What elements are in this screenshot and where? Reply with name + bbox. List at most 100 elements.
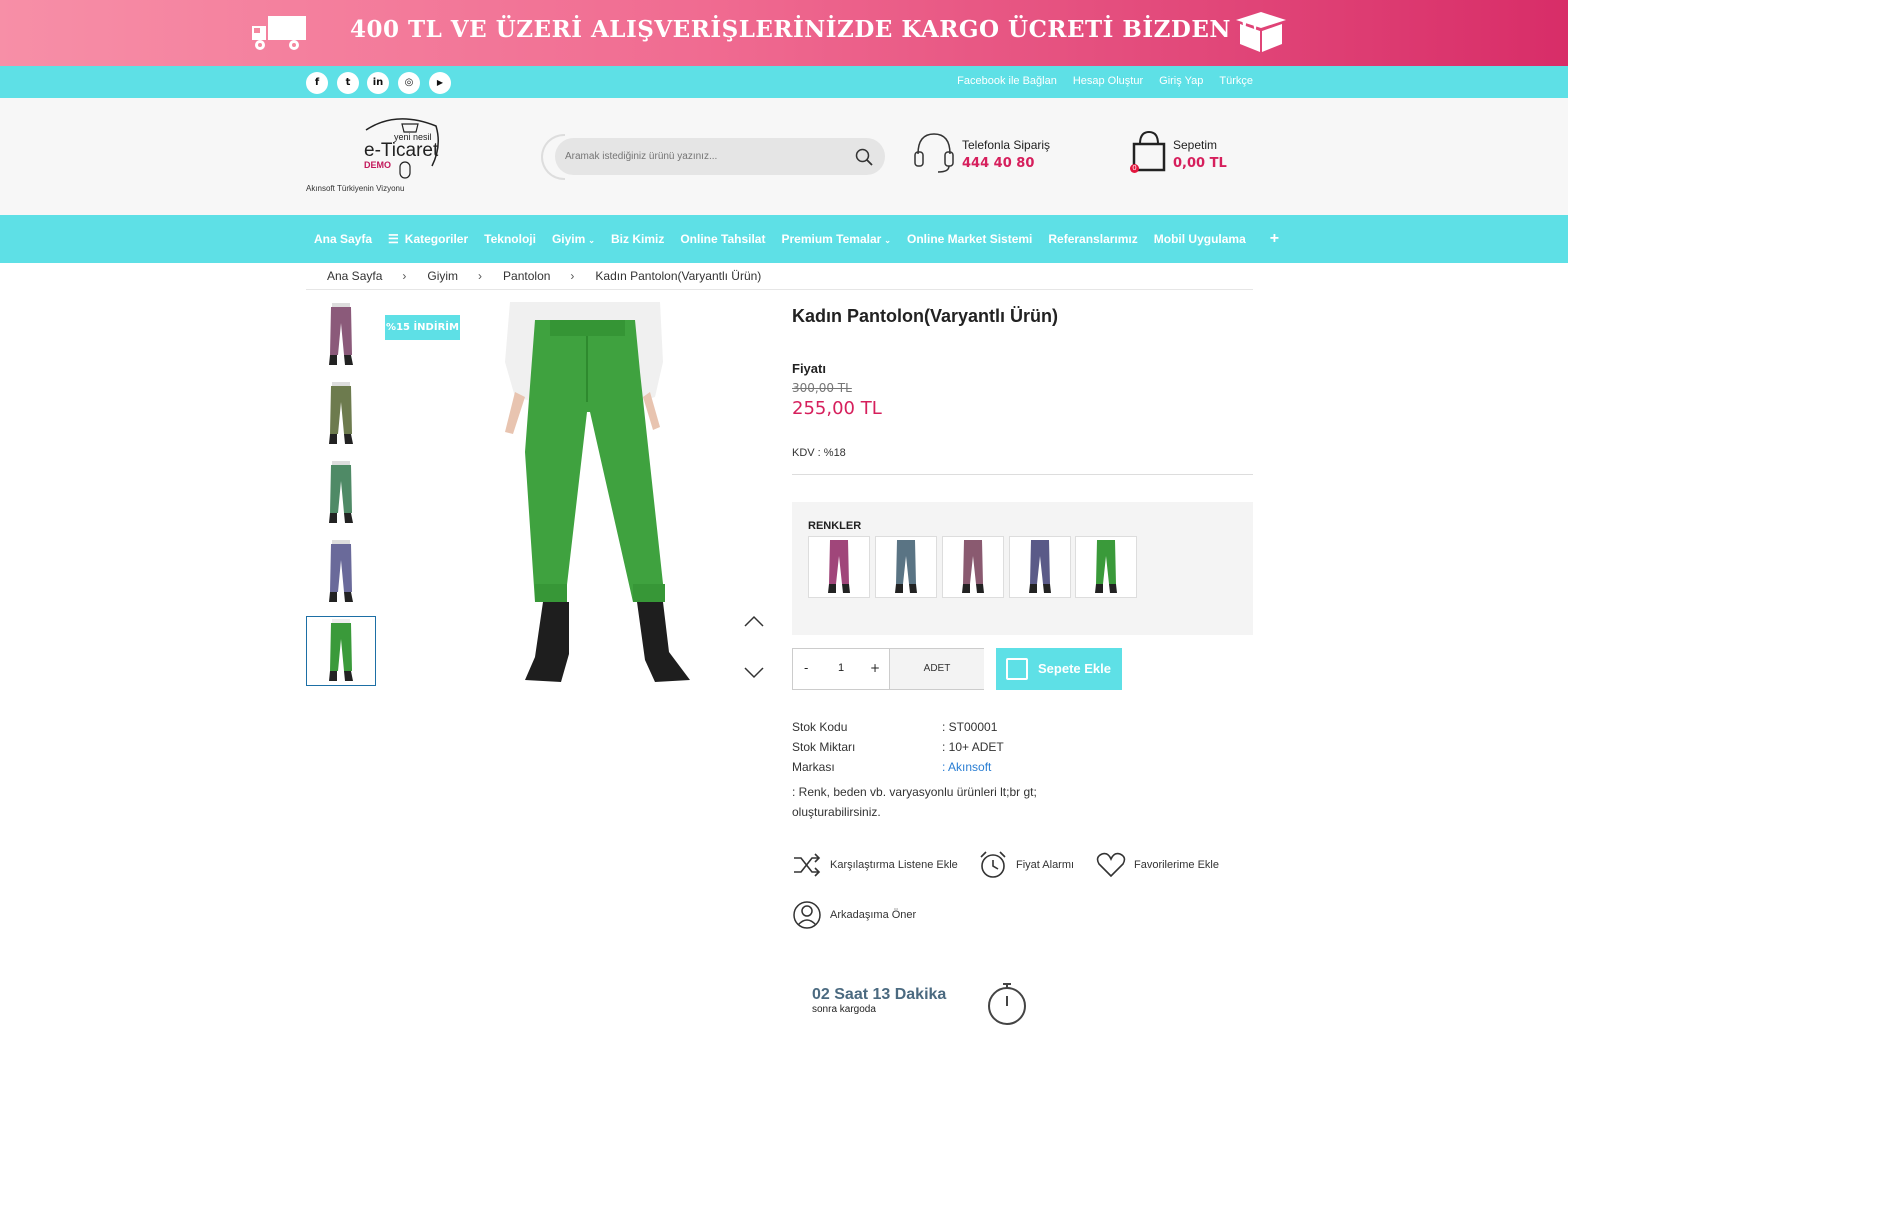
pants-image (895, 540, 917, 593)
current-price: 255,00 TL (792, 398, 882, 419)
facebook-icon[interactable]: f (306, 72, 328, 94)
thumbnail-green[interactable] (306, 616, 376, 686)
stock-qty-value: : 10+ ADET (942, 740, 1004, 754)
breadcrumb-clothing[interactable]: Giyim (427, 269, 458, 283)
shuffle-icon (794, 853, 821, 877)
favorites-button[interactable]: Favorilerime Ekle (1096, 852, 1219, 878)
nav-item-premium-themes[interactable]: Premium Temalar ⌄ (773, 232, 899, 246)
nav-label: Mobil Uygulama (1153, 232, 1246, 246)
search-box (555, 138, 885, 175)
price-label: Fiyatı (792, 361, 826, 376)
thumbnail-teal[interactable] (306, 458, 376, 528)
nav-item-references[interactable]: Referanslarımız (1040, 232, 1145, 246)
price-alarm-label: Fiyat Alarmı (1016, 859, 1075, 871)
user-icon (793, 901, 821, 929)
nav-item-online-market[interactable]: Online Market Sistemi (899, 232, 1040, 246)
pants-image (962, 540, 984, 593)
pants-image (329, 540, 353, 602)
discount-badge: %15 İNDİRİM (385, 315, 460, 340)
decrease-button[interactable]: - (804, 661, 808, 675)
nav-item-clothing[interactable]: Giyim ⌄ (544, 232, 603, 246)
pants-image (828, 540, 850, 593)
youtube-icon[interactable]: ▶ (429, 72, 451, 94)
color-swatch-magenta[interactable] (808, 536, 870, 598)
cargo-countdown: 02 Saat 13 Dakika sonra kargoda (812, 986, 946, 1015)
logo[interactable]: yeni nesil e-Ticaret DEMO Akınsoft Türki… (306, 116, 446, 196)
nav-label: Online Market Sistemi (907, 232, 1033, 246)
breadcrumb-separator: › (570, 269, 575, 283)
pants-image (329, 619, 353, 681)
colors-title: RENKLER (808, 520, 862, 532)
nav-label: Kategoriler (404, 232, 469, 246)
shipping-banner: 400 TL VE ÜZERİ ALIŞVERİŞLERİNİZDE KARGO… (0, 0, 1568, 66)
breadcrumb-pants[interactable]: Pantolon (503, 269, 550, 283)
nav-item-technology[interactable]: Teknoloji (476, 232, 544, 246)
breadcrumb-home[interactable]: Ana Sayfa (327, 269, 382, 283)
heart-icon (1096, 852, 1126, 878)
increase-button[interactable]: + (870, 661, 880, 675)
recommend-label: Arkadaşıma Öner (830, 909, 917, 921)
thumbnail-list (306, 300, 376, 695)
color-swatch-mauve[interactable] (942, 536, 1004, 598)
color-swatch-green[interactable] (1075, 536, 1137, 598)
product-main-image[interactable] (495, 302, 695, 688)
twitter-icon[interactable]: t (337, 72, 359, 94)
product-description: : Renk, beden vb. varyasyonlu ürünleri l… (792, 785, 1037, 819)
nav-item-categories[interactable]: ☰ Kategoriler (380, 232, 476, 246)
phone-order[interactable]: Telefonla Sipariş 444 40 80 (912, 130, 1050, 180)
chevron-down-icon[interactable] (744, 667, 764, 679)
nav-item-online-payment[interactable]: Online Tahsilat (672, 232, 773, 246)
headset-icon (914, 133, 954, 173)
price-alarm-button[interactable]: Fiyat Alarmı (978, 850, 1074, 880)
recommend-button[interactable]: Arkadaşıma Öner (792, 900, 916, 930)
nav-item-home[interactable]: Ana Sayfa (306, 232, 380, 246)
pants-image (329, 382, 353, 444)
add-to-cart-button[interactable]: Sepete Ekle (996, 648, 1122, 690)
facebook-login-link[interactable]: Facebook ile Bağlan (957, 75, 1057, 87)
search-icon[interactable] (855, 148, 873, 166)
instagram-icon[interactable]: ◎ (398, 72, 420, 94)
logo-mark: yeni nesil e-Ticaret DEMO (364, 118, 439, 179)
brand-link[interactable]: : Akınsoft (942, 760, 991, 774)
pants-image (1095, 540, 1117, 593)
main-nav: Ana Sayfa ☰ Kategoriler Teknoloji Giyim ⌄ … (0, 215, 1568, 263)
nav-item-about[interactable]: Biz Kimiz (603, 232, 672, 246)
nav-more-button[interactable]: + (1262, 230, 1287, 248)
breadcrumb-separator: › (402, 269, 407, 283)
product-title: Kadın Pantolon(Varyantlı Ürün) (792, 306, 1059, 326)
phone-number: 444 40 80 (962, 156, 1035, 171)
quantity-input[interactable] (833, 662, 849, 674)
account-links: Facebook ile Bağlan Hesap Oluştur Giriş … (957, 75, 1253, 87)
cargo-subtext: sonra kargoda (812, 1004, 876, 1015)
product-actions: Karşılaştırma Listene Ekle Fiyat Alarmı … (792, 848, 1262, 958)
stopwatch-icon (988, 983, 1026, 1025)
brand-label: Markası (792, 760, 835, 774)
color-swatch-navy[interactable] (1009, 536, 1071, 598)
cart-label: Sepetim (1173, 138, 1218, 152)
color-swatch-gray-blue[interactable] (875, 536, 937, 598)
linkedin-icon[interactable]: in (367, 72, 389, 94)
truck-icon (252, 16, 306, 50)
nav-item-mobile-app[interactable]: Mobil Uygulama (1146, 232, 1254, 246)
stock-code-value: : ST00001 (942, 720, 998, 734)
language-link[interactable]: Türkçe (1219, 75, 1253, 87)
create-account-link[interactable]: Hesap Oluştur (1073, 75, 1143, 87)
thumbnail-purple[interactable] (306, 300, 376, 370)
unit-select[interactable]: ADET (889, 649, 984, 689)
pants-image (1029, 540, 1051, 593)
logo-tagline: Akınsoft Türkiyenin Vizyonu (306, 184, 405, 193)
nav-label: Biz Kimiz (611, 232, 665, 246)
search-input[interactable] (555, 138, 845, 175)
phone-label: Telefonla Sipariş (962, 138, 1051, 152)
compare-button[interactable]: Karşılaştırma Listene Ekle (792, 852, 958, 878)
thumbnail-slate[interactable] (306, 537, 376, 607)
alarm-clock-icon (980, 851, 1006, 878)
nav-label: Online Tahsilat (680, 232, 766, 246)
nav-label: Giyim (551, 232, 586, 246)
cart[interactable]: 0 Sepetim 0,00 TL (1128, 128, 1227, 178)
nav-label: Premium Temalar (781, 232, 882, 246)
chevron-up-icon[interactable] (744, 615, 764, 627)
login-link[interactable]: Giriş Yap (1159, 75, 1203, 87)
thumbnail-olive[interactable] (306, 379, 376, 449)
plus-icon: + (1269, 230, 1280, 247)
